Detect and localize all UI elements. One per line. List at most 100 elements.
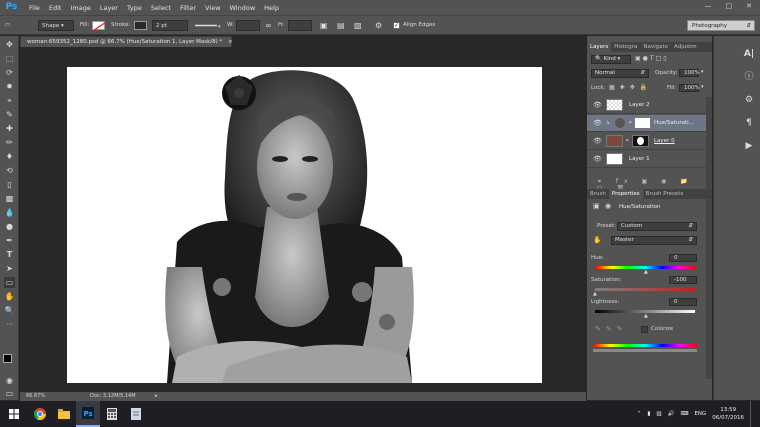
stroke-width-input[interactable]: 2 pt <box>152 20 188 31</box>
fill-swatch[interactable] <box>92 21 106 31</box>
path-selection-tool-icon[interactable]: ➤ <box>4 263 15 274</box>
status-menu-icon[interactable]: ▸ <box>155 392 158 401</box>
quick-select-tool-icon[interactable]: ✸ <box>4 81 15 92</box>
lasso-tool-icon[interactable]: ⟳ <box>4 67 15 78</box>
layer-filter-kind[interactable]: 🔍 Kind ▾ <box>591 55 631 64</box>
tool-preset-icon[interactable]: ▭ <box>5 20 17 31</box>
taskbar-calculator[interactable] <box>100 401 124 427</box>
link-icon[interactable]: ∞ <box>265 20 272 31</box>
brush-tool-icon[interactable]: ✏ <box>4 137 15 148</box>
hue-input[interactable]: 0 <box>669 254 697 262</box>
start-button[interactable] <box>0 401 28 427</box>
chain-link-icon[interactable]: ⚭ <box>628 120 632 126</box>
layer-row[interactable]: 👁 Layer 1 <box>587 151 706 168</box>
actions-icon[interactable]: ▶ <box>743 140 755 152</box>
battery-icon[interactable]: ▮ <box>647 411 650 417</box>
menu-type[interactable]: Type <box>127 4 142 12</box>
stroke-type-select[interactable]: ▾ <box>193 20 223 31</box>
layer-mask-thumbnail[interactable] <box>634 117 651 129</box>
close-icon[interactable]: ✕ <box>746 2 752 10</box>
more-tools-icon[interactable]: ⋯ <box>4 319 15 330</box>
doc-size[interactable]: Doc: 3.12M/5.14M <box>90 392 136 401</box>
menu-window[interactable]: Window <box>230 4 256 12</box>
eyedropper-icons[interactable]: ✎✎✎ <box>595 325 628 333</box>
quick-mask-icon[interactable]: ◉ <box>4 375 15 386</box>
opacity-dropdown-icon[interactable]: ▾ <box>701 69 704 75</box>
path-operations-icon[interactable]: ▣ <box>320 20 328 31</box>
eyedropper-tool-icon[interactable]: ✎ <box>4 109 15 120</box>
character-panel-icon[interactable]: A| <box>743 48 755 60</box>
layer-row[interactable]: 👁 ↳ ⚭ Hue/Saturati... <box>587 115 706 132</box>
show-desktop-button[interactable] <box>750 401 754 427</box>
tab-layers[interactable]: Layers <box>587 42 612 52</box>
layer-mask-thumbnail[interactable] <box>632 135 649 147</box>
targeted-adjustment-icon[interactable]: ✋ <box>593 236 602 244</box>
chain-link-icon[interactable]: ⚭ <box>625 138 629 144</box>
type-tool-icon[interactable]: T <box>4 249 15 260</box>
taskbar-file-explorer[interactable] <box>52 401 76 427</box>
lightness-input[interactable]: 0 <box>669 298 697 306</box>
saturation-slider-thumb-icon[interactable]: ▲ <box>593 291 597 297</box>
width-input[interactable] <box>236 20 260 31</box>
saturation-slider[interactable] <box>595 288 695 291</box>
workspace-select[interactable]: Photography ⇵ <box>687 20 755 31</box>
layer-filter-icons[interactable]: ▣●T□▯ <box>635 55 690 64</box>
menu-image[interactable]: Image <box>70 4 90 12</box>
zoom-tool-icon[interactable]: 🔍 <box>4 305 15 316</box>
layer-row[interactable]: 👁 Layer 2 <box>587 97 706 114</box>
fill-dropdown-icon[interactable]: ▾ <box>701 84 704 90</box>
hue-slider-thumb-icon[interactable]: ▲ <box>644 269 648 275</box>
menu-help[interactable]: Help <box>264 4 279 12</box>
volume-icon[interactable]: 🔊 <box>668 411 675 417</box>
zoom-level[interactable]: 66.67% <box>26 392 45 401</box>
marquee-tool-icon[interactable]: ⬚ <box>4 53 15 64</box>
channel-select[interactable]: Master ⇵ <box>611 236 697 245</box>
visibility-eye-icon[interactable]: 👁 <box>593 120 602 127</box>
properties-scrollbar[interactable] <box>706 199 712 379</box>
info-icon[interactable]: ⓘ <box>743 71 755 83</box>
menu-file[interactable]: File <box>29 4 40 12</box>
layers-footer-icons[interactable]: ⚭ fx ▣ ◉ 📁 □ 🗑 <box>587 178 712 192</box>
menu-view[interactable]: View <box>205 4 220 12</box>
hand-tool-icon[interactable]: ✋ <box>4 291 15 302</box>
taskbar-chrome[interactable] <box>28 401 52 427</box>
keyboard-icon[interactable]: ⌨ <box>680 411 688 417</box>
menu-edit[interactable]: Edit <box>49 4 62 12</box>
rectangle-tool-icon[interactable]: ▭ <box>4 277 15 288</box>
tab-brush-presets[interactable]: Brush Presets <box>643 189 687 199</box>
screen-mode-icon[interactable]: ▭ <box>4 388 15 399</box>
mode-select[interactable]: Shape ▾ <box>38 20 74 31</box>
crop-tool-icon[interactable]: ⌖ <box>4 95 15 106</box>
menu-filter[interactable]: Filter <box>180 4 196 12</box>
stroke-swatch[interactable] <box>134 21 147 30</box>
taskbar-photoshop[interactable]: Ps <box>76 401 100 427</box>
blur-tool-icon[interactable]: 💧 <box>4 207 15 218</box>
lightness-slider-thumb-icon[interactable]: ▲ <box>644 313 648 319</box>
tab-properties[interactable]: Properties <box>608 189 643 199</box>
layer-row[interactable]: 👁 ⚭ Layer 0 <box>587 133 706 150</box>
minimize-icon[interactable]: — <box>705 2 712 10</box>
lock-icons[interactable]: ▦✚✥🔒 <box>609 84 652 91</box>
document-close-icon[interactable]: × <box>228 39 233 45</box>
document-canvas[interactable] <box>67 67 542 383</box>
move-tool-icon[interactable]: ✥ <box>4 39 15 50</box>
healing-brush-tool-icon[interactable]: ✚ <box>4 123 15 134</box>
tab-histogram[interactable]: Histogra <box>611 42 640 52</box>
path-alignment-icon[interactable]: ▤ <box>337 20 345 31</box>
layer-name[interactable]: Layer 1 <box>629 156 650 162</box>
gear-icon[interactable]: ⚙ <box>375 20 382 31</box>
menu-layer[interactable]: Layer <box>100 4 118 12</box>
layer-name[interactable]: Layer 0 <box>654 138 675 144</box>
preset-select[interactable]: Custom ⇵ <box>617 222 697 231</box>
visibility-eye-icon[interactable]: 👁 <box>593 102 602 109</box>
layer-name[interactable]: Layer 2 <box>629 102 650 108</box>
eraser-tool-icon[interactable]: ▯ <box>4 179 15 190</box>
menu-select[interactable]: Select <box>151 4 171 12</box>
colorize-checkbox[interactable] <box>641 326 648 333</box>
saturation-input[interactable]: -100 <box>669 276 697 284</box>
opacity-input[interactable]: 100% <box>679 69 700 77</box>
foreground-color-swatch[interactable] <box>3 354 12 363</box>
tray-chevron-icon[interactable]: ⌃ <box>637 411 642 417</box>
maximize-icon[interactable]: □ <box>726 2 733 10</box>
dodge-tool-icon[interactable]: ● <box>4 221 15 232</box>
